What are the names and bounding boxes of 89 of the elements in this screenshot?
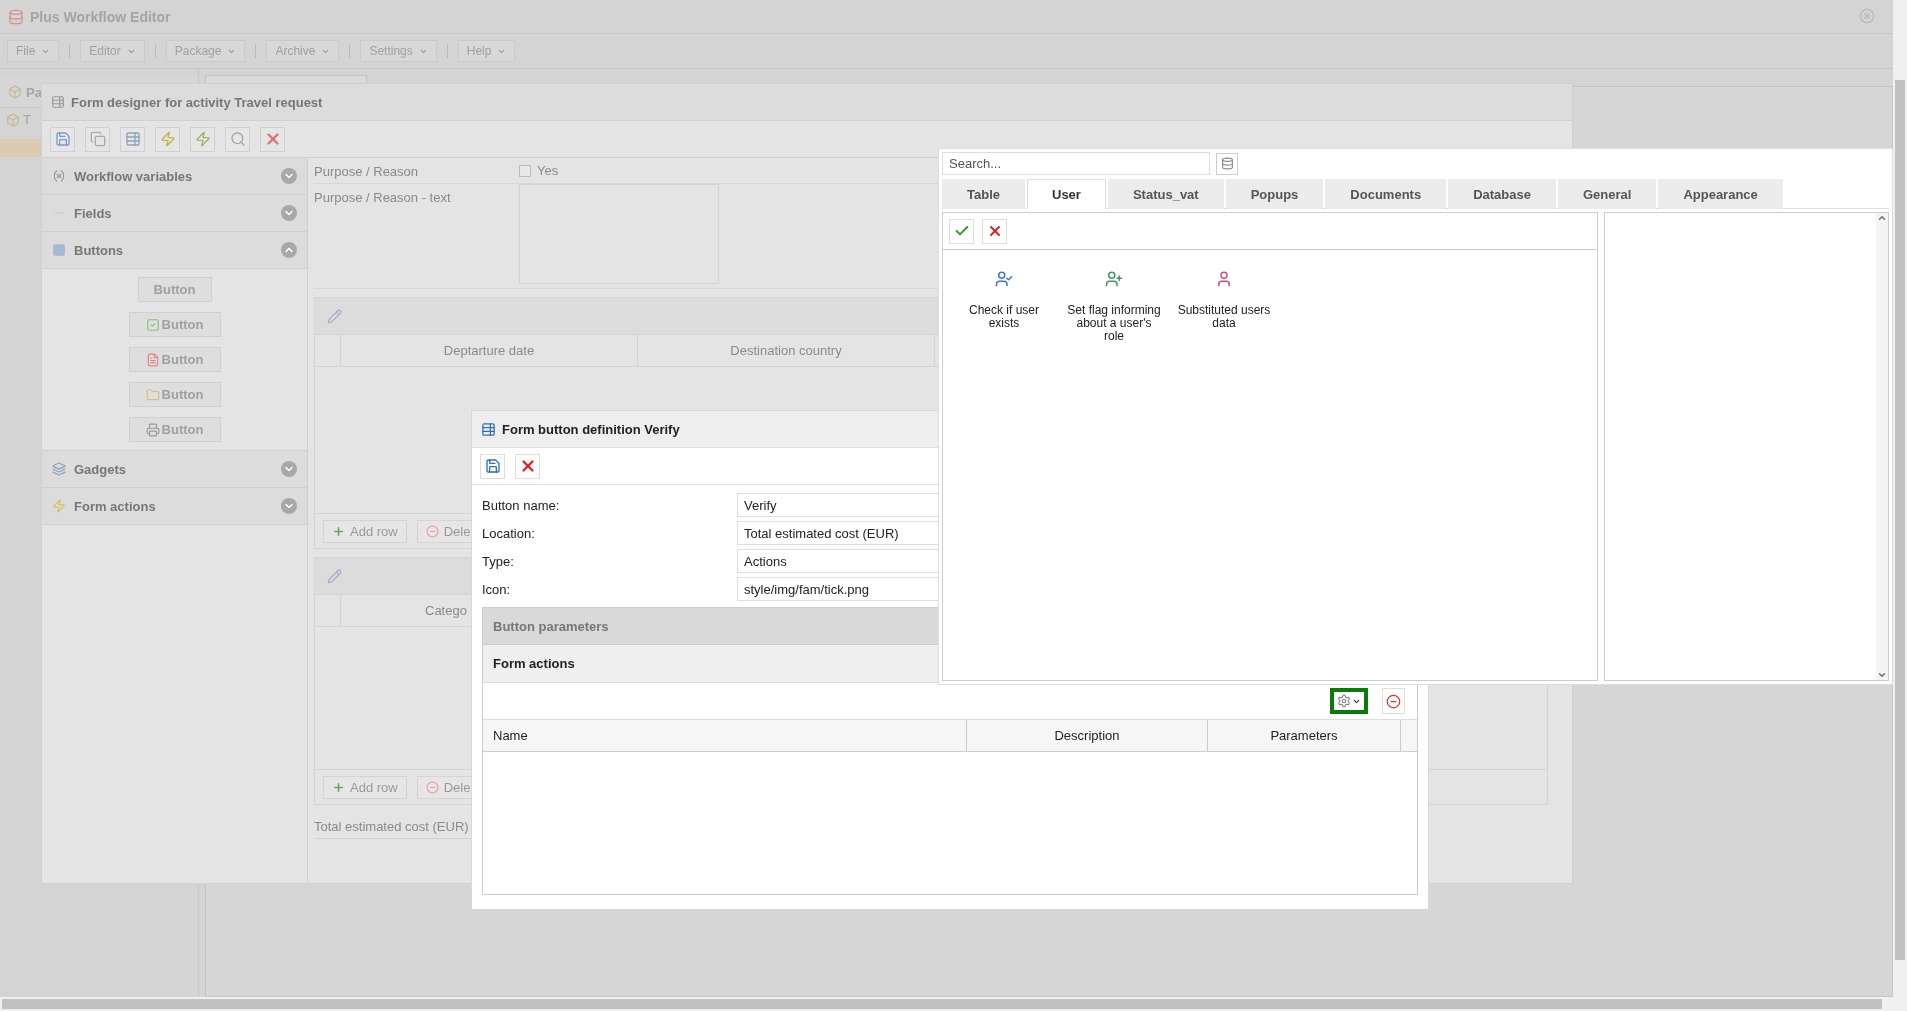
field-label: Icon: (482, 581, 512, 597)
box-icon (8, 85, 22, 99)
column-header: Name (483, 720, 967, 751)
accordion-header[interactable]: Workflow variables (42, 158, 307, 195)
scroll-down-icon (1877, 670, 1887, 680)
square-icon (52, 243, 66, 257)
field-label: Purpose / Reason (314, 163, 420, 179)
toolbar-button[interactable] (260, 126, 285, 152)
box-icon (6, 112, 20, 127)
action-item[interactable]: Check if user exists (951, 270, 1057, 330)
add-row-button[interactable]: Add row (323, 519, 407, 543)
checkbox[interactable] (519, 164, 531, 177)
app-logo-icon (8, 8, 24, 25)
gear-icon (1337, 694, 1351, 708)
form-icon (51, 95, 65, 109)
toolbar-button[interactable] (480, 453, 505, 479)
search-field[interactable]: Search... (942, 152, 1210, 175)
lightning-icon (159, 131, 176, 147)
toolbar-button[interactable] (515, 453, 540, 479)
tab[interactable]: Appearance (1658, 179, 1783, 209)
tab[interactable]: User (1027, 179, 1106, 209)
tab[interactable]: Status_vat (1107, 179, 1224, 209)
search-button[interactable] (1216, 152, 1238, 175)
accordion-header[interactable]: Gadgets (42, 451, 307, 488)
menu-button[interactable]: Help (457, 40, 516, 62)
remove-button[interactable] (1382, 688, 1405, 714)
variables-icon (52, 169, 66, 183)
gear-menu-button[interactable] (1330, 688, 1368, 714)
add-icon (332, 780, 345, 794)
menu-button[interactable]: Package (165, 40, 246, 62)
palette-button[interactable]: Button (128, 347, 221, 372)
accordion-header[interactable]: Form actions (42, 488, 307, 525)
column-header: Destination country (638, 335, 935, 366)
user-icon (995, 270, 1013, 288)
remove-icon (425, 524, 439, 538)
tab[interactable]: Database (1448, 179, 1556, 209)
user-icon (1105, 270, 1123, 288)
tab[interactable]: General (1557, 179, 1657, 209)
accordion-header[interactable]: Fields (42, 195, 307, 232)
remove-icon (425, 780, 439, 794)
toolbar-button[interactable] (982, 218, 1007, 244)
tab[interactable]: Documents (1325, 179, 1447, 209)
field-label: Type: (482, 553, 515, 569)
menu-button[interactable]: Editor (80, 40, 145, 62)
folder-icon (145, 387, 160, 402)
checkbox-label: Yes (537, 163, 559, 178)
tab[interactable]: Table (942, 179, 1025, 209)
menu-button[interactable]: Archive (266, 40, 340, 62)
field-label: Button name: (482, 497, 561, 513)
lightning-icon (194, 131, 211, 147)
document-icon (145, 352, 160, 367)
edit-icon (327, 308, 342, 324)
close-icon (1859, 8, 1875, 24)
column-header: Parameters (1208, 720, 1401, 751)
add-row-button[interactable]: Add row (323, 775, 407, 799)
toolbar-button[interactable] (50, 126, 75, 152)
layers-icon (52, 462, 66, 476)
field-label: Location: (482, 525, 536, 541)
database-icon (1220, 157, 1234, 170)
edit-icon (327, 568, 342, 584)
remove-icon (1386, 693, 1401, 709)
palette-button[interactable]: Button (137, 277, 212, 302)
form-icon (481, 421, 496, 437)
column-header: Description (967, 720, 1208, 751)
action-item[interactable]: Set flag informing about a user's role (1061, 270, 1167, 343)
preview-icon (229, 131, 246, 147)
window-title: Form button definition Verify (502, 421, 680, 437)
copy-icon (89, 131, 106, 147)
scroll-up-icon (1877, 213, 1887, 223)
save-icon (54, 131, 71, 147)
toolbar-button[interactable] (949, 218, 974, 244)
field-label: Purpose / Reason - text (314, 189, 452, 207)
printer-icon (145, 422, 160, 437)
save-icon (484, 458, 501, 474)
menu-button[interactable]: Settings (360, 40, 437, 62)
palette-button[interactable]: Button (128, 312, 221, 337)
action-item[interactable]: Substituted users data (1171, 270, 1277, 330)
user-icon (1215, 270, 1233, 288)
accordion-header[interactable]: Buttons (42, 232, 307, 269)
lightning-icon (52, 499, 66, 513)
add-icon (332, 524, 345, 538)
table-add-icon (124, 131, 141, 147)
palette-button[interactable]: Button (128, 417, 221, 442)
window-title: Form designer for activity Travel request (71, 94, 323, 110)
menu-button[interactable]: File (7, 40, 60, 62)
palette-button[interactable]: Button (128, 382, 221, 407)
tab[interactable]: Popups (1225, 179, 1324, 209)
tick-icon (145, 317, 160, 332)
column-header: Deptarture date (341, 335, 638, 366)
